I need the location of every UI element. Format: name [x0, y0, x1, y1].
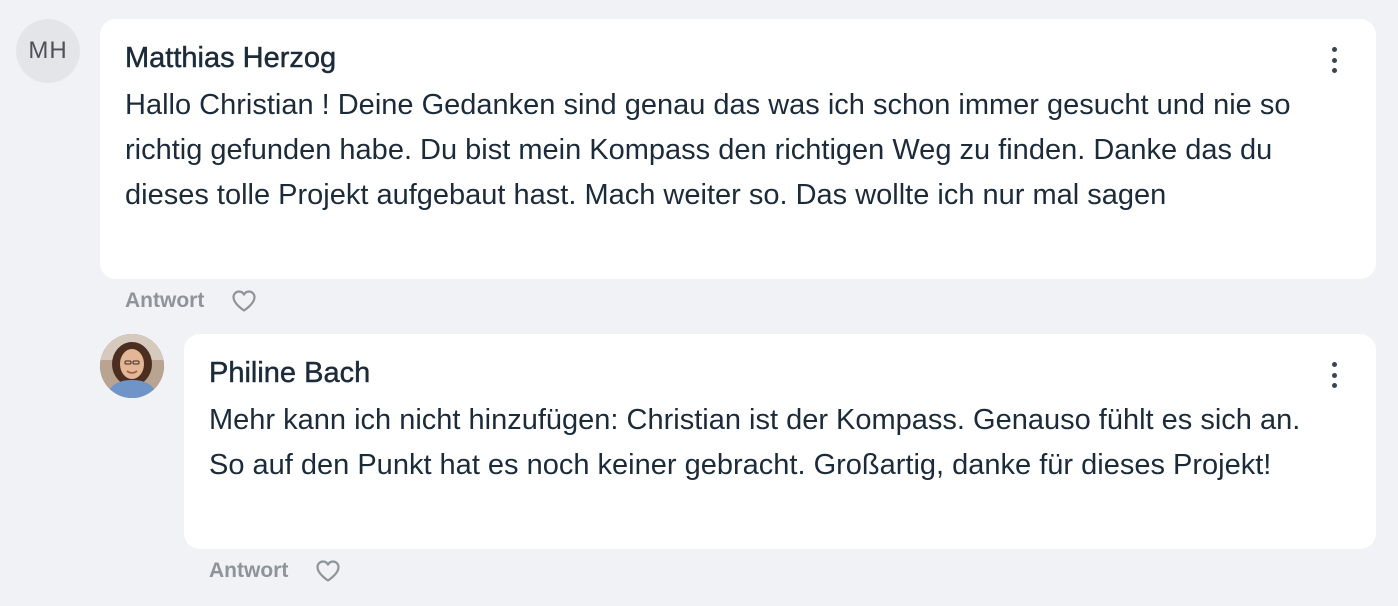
- heart-outline-icon: [316, 560, 340, 582]
- more-vertical-icon-dot: [1331, 372, 1337, 378]
- avatar-philine-bach[interactable]: [100, 334, 164, 398]
- like-button[interactable]: [314, 557, 342, 585]
- more-vertical-icon-dot: [1331, 383, 1337, 388]
- avatar-initials: MH: [28, 37, 68, 64]
- comment-text: Mehr kann ich nicht hinzufügen: Christia…: [209, 404, 1301, 481]
- reply-card: Philine Bach Mehr kann ich nicht hinzufü…: [184, 334, 1376, 549]
- heart-outline-icon: [232, 290, 256, 312]
- comment-author[interactable]: Matthias Herzog: [125, 41, 1316, 75]
- more-vertical-icon: [1331, 47, 1337, 52]
- reply-button[interactable]: Antwort: [125, 289, 204, 313]
- comment-actions: Antwort: [125, 287, 258, 315]
- comment-menu-button[interactable]: [1322, 47, 1346, 73]
- more-vertical-icon-dot: [1331, 68, 1337, 73]
- comment-author[interactable]: Philine Bach: [209, 356, 1316, 390]
- comment-text: Hallo Christian ! Deine Gedanken sind ge…: [125, 89, 1291, 211]
- profile-photo: [100, 334, 164, 398]
- more-vertical-icon: [1331, 362, 1337, 367]
- comment-card: Matthias Herzog Hallo Christian ! Deine …: [100, 19, 1376, 279]
- reply-button[interactable]: Antwort: [209, 559, 288, 583]
- comment-menu-button[interactable]: [1322, 362, 1346, 388]
- more-vertical-icon-dot: [1331, 57, 1337, 63]
- like-button[interactable]: [230, 287, 258, 315]
- comment-actions: Antwort: [209, 557, 342, 585]
- avatar-matthias-herzog[interactable]: MH: [16, 19, 80, 83]
